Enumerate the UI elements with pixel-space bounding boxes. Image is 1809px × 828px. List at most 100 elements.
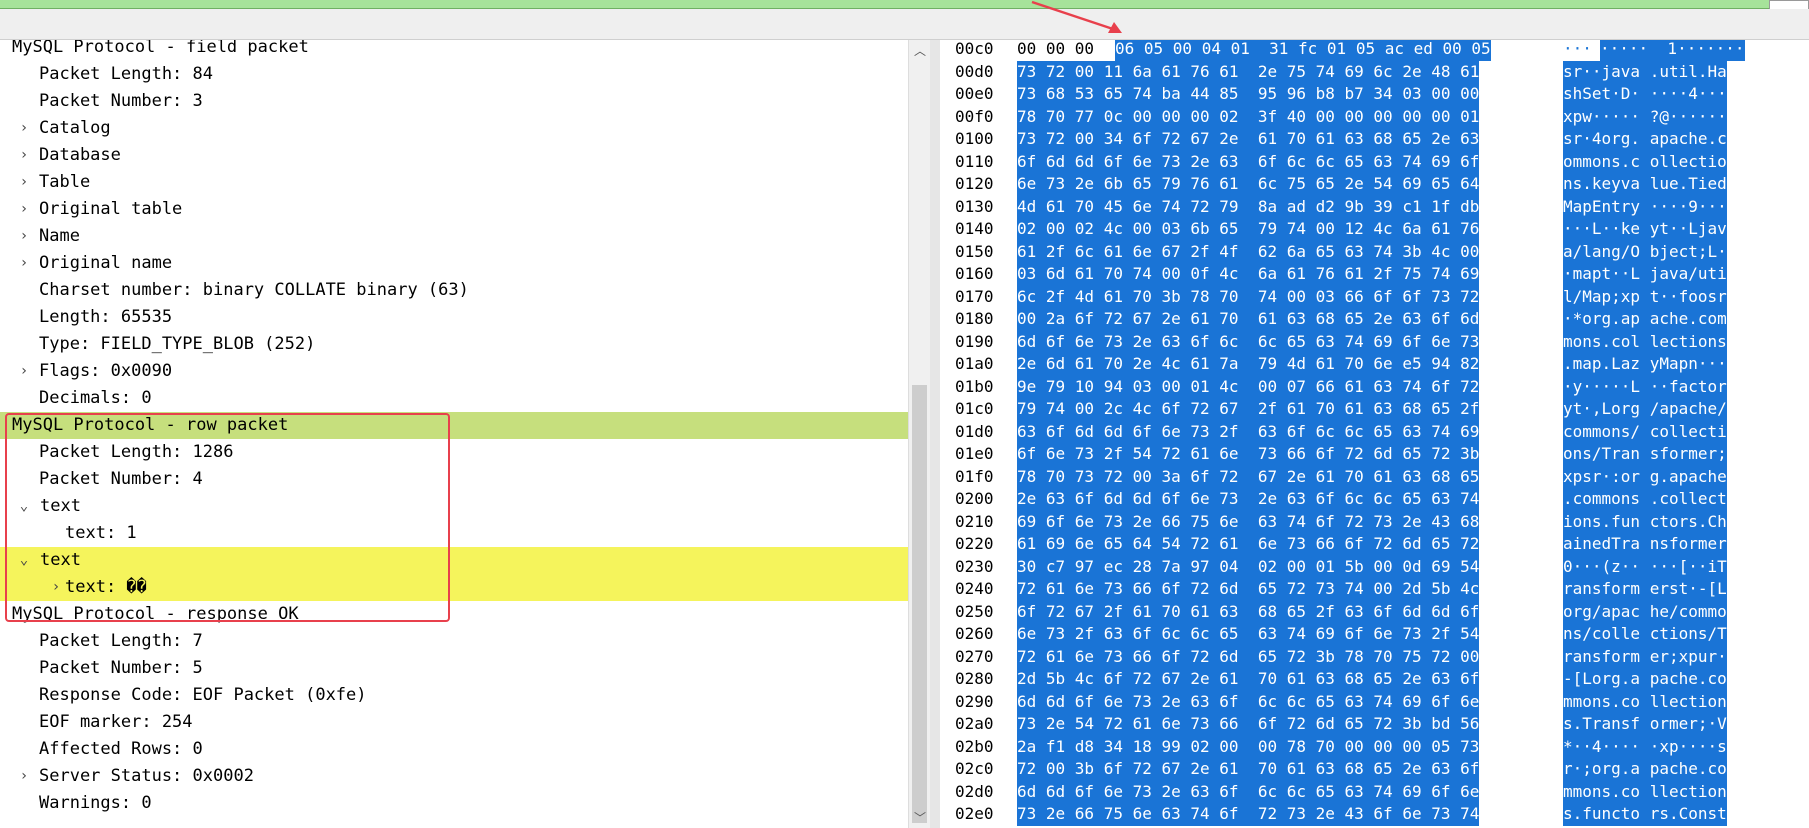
ascii-selected[interactable]: .commons .collect (1563, 488, 1727, 511)
hex-selected-bytes[interactable]: 63 6f 6d 6d 6f 6e 73 2f 63 6f 6c 6c 65 6… (1017, 420, 1480, 443)
expand-chevron-icon[interactable]: › (16, 250, 32, 277)
tree-row[interactable]: MySQL Protocol - row packet (0, 412, 908, 439)
hex-row[interactable]: 0290 6d 6d 6f 6e 73 2e 63 6f 6c 6c 65 63 … (940, 690, 1809, 713)
tree-row[interactable]: Packet Number: 3 (0, 88, 908, 115)
tree-row[interactable]: › Catalog (0, 115, 908, 142)
hex-row[interactable]: 02e0 73 2e 66 75 6e 63 74 6f 72 73 2e 43 … (940, 803, 1809, 826)
tree-row[interactable]: › Original table (0, 196, 908, 223)
hex-selected-bytes[interactable]: 61 2f 6c 61 6e 67 2f 4f 62 6a 65 63 74 3… (1017, 240, 1480, 263)
hex-selected-bytes[interactable]: 6d 6d 6f 6e 73 2e 63 6f 6c 6c 65 63 74 6… (1017, 690, 1480, 713)
hex-selected-bytes[interactable]: 73 68 53 65 74 ba 44 85 95 96 b8 b7 34 0… (1017, 83, 1480, 106)
hex-row[interactable]: 0140 02 00 02 4c 00 03 6b 65 79 74 00 12 … (940, 218, 1809, 241)
hex-row[interactable]: 0280 2d 5b 4c 6f 72 67 2e 61 70 61 63 68 … (940, 668, 1809, 691)
hex-row[interactable]: 0150 61 2f 6c 61 6e 67 2f 4f 62 6a 65 63 … (940, 240, 1809, 263)
tree-row[interactable]: Warnings: 0 (0, 790, 908, 817)
ascii-selected[interactable]: mmons.co llection (1563, 690, 1727, 713)
hex-row[interactable]: 0210 69 6f 6e 73 2e 66 75 6e 63 74 6f 72 … (940, 510, 1809, 533)
tree-row[interactable]: Packet Number: 4 (0, 466, 908, 493)
hex-row[interactable]: 0170 6c 2f 4d 61 70 3b 78 70 74 00 03 66 … (940, 285, 1809, 308)
ascii-selected[interactable]: sr··java .util.Ha (1563, 60, 1727, 83)
hex-selected-bytes[interactable]: 30 c7 97 ec 28 7a 97 04 02 00 01 5b 00 0… (1017, 555, 1480, 578)
hex-selected-bytes[interactable]: 9e 79 10 94 03 00 01 4c 00 07 66 61 63 7… (1017, 375, 1480, 398)
hex-selected-bytes[interactable]: 6e 73 2e 6b 65 79 76 61 6c 75 65 2e 54 6… (1017, 173, 1480, 196)
hex-row[interactable]: 0260 6e 73 2f 63 6f 6c 6c 65 63 74 69 6f … (940, 623, 1809, 646)
hex-row[interactable]: 0220 61 69 6e 65 64 54 72 61 6e 73 66 6f … (940, 533, 1809, 556)
hex-selected-bytes[interactable]: 73 2e 54 72 61 6e 73 66 6f 72 6d 65 72 3… (1017, 713, 1480, 736)
tree-row[interactable]: › Table (0, 169, 908, 196)
ascii-selected[interactable]: a/lang/O bject;L· (1563, 240, 1727, 263)
tree-row[interactable]: › Name (0, 223, 908, 250)
ascii-selected[interactable]: ons/Tran sformer; (1563, 443, 1727, 466)
hex-row[interactable]: 01c0 79 74 00 2c 4c 6f 72 67 2f 61 70 61 … (940, 398, 1809, 421)
hex-row[interactable]: 01f0 78 70 73 72 00 3a 6f 72 67 2e 61 70 … (940, 465, 1809, 488)
ascii-selected[interactable]: 0···(z·· ···[··iT (1563, 555, 1727, 578)
ascii-selected[interactable]: yt·,Lorg /apache/ (1563, 398, 1727, 421)
ascii-selected[interactable]: r·;org.a pache.co (1563, 758, 1727, 781)
hex-row[interactable]: 02a0 73 2e 54 72 61 6e 73 66 6f 72 6d 65 … (940, 713, 1809, 736)
hex-selected-bytes[interactable]: 69 6f 6e 73 2e 66 75 6e 63 74 6f 72 73 2… (1017, 510, 1480, 533)
hex-selected-bytes[interactable]: 61 69 6e 65 64 54 72 61 6e 73 66 6f 72 6… (1017, 533, 1480, 556)
tree-row[interactable]: Affected Rows: 0 (0, 736, 908, 763)
hex-selected-bytes[interactable]: 6e 73 2f 63 6f 6c 6c 65 63 74 69 6f 6e 7… (1017, 623, 1480, 646)
hex-selected-bytes[interactable]: 6d 6f 6e 73 2e 63 6f 6c 6c 65 63 74 69 6… (1017, 330, 1480, 353)
tree-row[interactable]: › Database (0, 142, 908, 169)
scroll-down-icon[interactable]: ﹀ (909, 809, 931, 826)
hex-selected-bytes[interactable]: 2d 5b 4c 6f 72 67 2e 61 70 61 63 68 65 2… (1017, 668, 1480, 691)
ascii-selected[interactable]: sr·4org. apache.c (1563, 128, 1727, 151)
ascii-selected[interactable]: ns/colle ctions/T (1563, 623, 1727, 646)
ascii-selected[interactable]: mmons.co llection (1563, 780, 1727, 803)
ascii-selected[interactable]: xpw····· ?@······ (1563, 105, 1727, 128)
hex-selected-bytes[interactable]: 6f 6d 6d 6f 6e 73 2e 63 6f 6c 6c 65 63 7… (1017, 150, 1480, 173)
hex-selected-bytes[interactable]: 00 2a 6f 72 67 2e 61 70 61 63 68 65 2e 6… (1017, 308, 1480, 331)
ascii-selected[interactable]: ainedTra nsformer (1563, 533, 1727, 556)
hex-row[interactable]: 0160 03 6d 61 70 74 00 0f 4c 6a 61 76 61 … (940, 263, 1809, 286)
hex-row[interactable]: 00f0 78 70 77 0c 00 00 00 02 3f 40 00 00 … (940, 105, 1809, 128)
tree-row[interactable]: Length: 65535 (0, 304, 908, 331)
hex-selected-bytes[interactable]: 73 72 00 34 6f 72 67 2e 61 70 61 63 68 6… (1017, 128, 1480, 151)
hex-row[interactable]: 0180 00 2a 6f 72 67 2e 61 70 61 63 68 65 … (940, 308, 1809, 331)
ascii-selected[interactable]: ns.keyva lue.Tied (1563, 173, 1727, 196)
ascii-selected[interactable]: l/Map;xp t··foosr (1563, 285, 1727, 308)
scroll-up-icon[interactable]: ︿ (909, 42, 931, 59)
ascii-selected[interactable]: s.Transf ormer;·V (1563, 713, 1727, 736)
hex-selected-bytes[interactable]: 78 70 73 72 00 3a 6f 72 67 2e 61 70 61 6… (1017, 465, 1480, 488)
ascii-selected[interactable]: ·y·····L ··factor (1563, 375, 1727, 398)
hex-selected-bytes[interactable]: 79 74 00 2c 4c 6f 72 67 2f 61 70 61 63 6… (1017, 398, 1480, 421)
hex-selected-bytes[interactable]: 73 72 00 11 6a 61 76 61 2e 75 74 69 6c 2… (1017, 60, 1480, 83)
tree-row[interactable]: ⌄ text (0, 547, 908, 574)
tree-row[interactable]: Packet Length: 84 (0, 61, 908, 88)
packet-bytes-pane[interactable]: 00c0 00 00 00 06 05 00 04 01 31 fc 01 05 a… (940, 40, 1809, 828)
tree-row[interactable]: Response Code: EOF Packet (0xfe) (0, 682, 908, 709)
expand-chevron-icon[interactable]: › (16, 196, 32, 223)
tree-row[interactable]: MySQL Protocol - field packet (0, 40, 908, 61)
tree-row[interactable]: Type: FIELD_TYPE_BLOB (252) (0, 331, 908, 358)
ascii-selected[interactable]: shSet·D· ····4··· (1563, 83, 1727, 106)
hex-row[interactable]: 02d0 6d 6d 6f 6e 73 2e 63 6f 6c 6c 65 63 … (940, 780, 1809, 803)
collapse-chevron-icon[interactable]: ⌄ (16, 547, 32, 574)
packet-details-scrollbar[interactable]: ︿ ﹀ (908, 40, 931, 828)
ascii-selected[interactable]: mons.col lections (1563, 330, 1727, 353)
expand-chevron-icon[interactable]: › (16, 115, 32, 142)
hex-row[interactable]: 01d0 63 6f 6d 6d 6f 6e 73 2f 63 6f 6c 6c … (940, 420, 1809, 443)
hex-row[interactable]: 0130 4d 61 70 45 6e 74 72 79 8a ad d2 9b … (940, 195, 1809, 218)
ascii-selected[interactable]: ·mapt··L java/uti (1563, 263, 1727, 286)
hex-row[interactable]: 0270 72 61 6e 73 66 6f 72 6d 65 72 3b 78 … (940, 645, 1809, 668)
expand-chevron-icon[interactable]: › (48, 574, 64, 601)
tree-row[interactable]: › text: �� (0, 574, 908, 601)
hex-row[interactable]: 02c0 72 00 3b 6f 72 67 2e 61 70 61 63 68 … (940, 758, 1809, 781)
hex-row[interactable]: 0240 72 61 6e 73 66 6f 72 6d 65 72 73 74 … (940, 578, 1809, 601)
hex-row[interactable]: 00e0 73 68 53 65 74 ba 44 85 95 96 b8 b7 … (940, 83, 1809, 106)
expand-chevron-icon[interactable]: › (16, 763, 32, 790)
ascii-selected[interactable]: ·*org.ap ache.com (1563, 308, 1727, 331)
hex-selected-bytes[interactable]: 72 00 3b 6f 72 67 2e 61 70 61 63 68 65 2… (1017, 758, 1480, 781)
tree-row[interactable]: › Original name (0, 250, 908, 277)
ascii-selected[interactable]: ransform erst·-[L (1563, 578, 1727, 601)
hex-selected-bytes[interactable]: 06 05 00 04 01 31 fc 01 05 ac ed 00 05 (1115, 40, 1491, 61)
tree-row[interactable]: Charset number: binary COLLATE binary (6… (0, 277, 908, 304)
tree-row[interactable]: › Server Status: 0x0002 (0, 763, 908, 790)
hex-selected-bytes[interactable]: 02 00 02 4c 00 03 6b 65 79 74 00 12 4c 6… (1017, 218, 1480, 241)
ascii-selected[interactable]: xpsr·:or g.apache (1563, 465, 1727, 488)
hex-selected-bytes[interactable]: 03 6d 61 70 74 00 0f 4c 6a 61 76 61 2f 7… (1017, 263, 1480, 286)
hex-row[interactable]: 0110 6f 6d 6d 6f 6e 73 2e 63 6f 6c 6c 65 … (940, 150, 1809, 173)
hex-row[interactable]: 00c0 00 00 00 06 05 00 04 01 31 fc 01 05 a… (940, 40, 1809, 61)
